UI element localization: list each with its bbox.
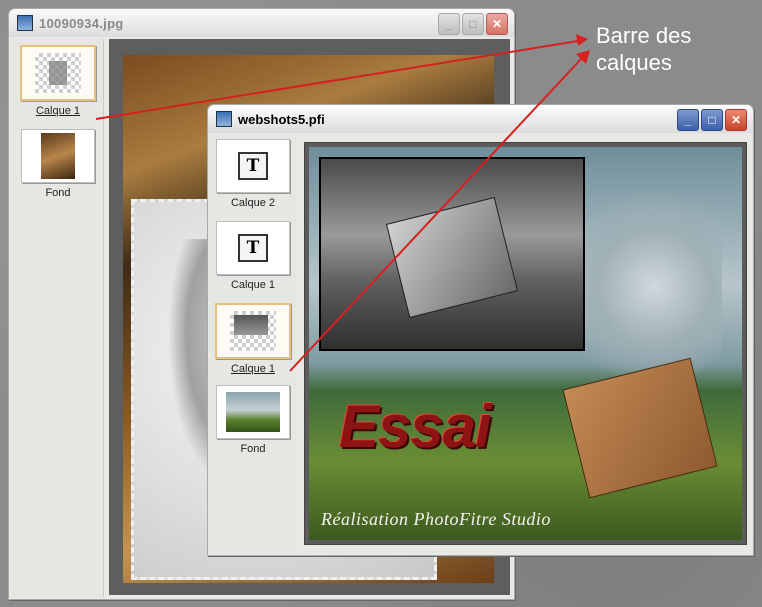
arrow-line-front [289, 57, 583, 372]
annotation-arrows [95, 34, 590, 372]
arrow-line-back [95, 40, 579, 120]
arrow-head-back [576, 34, 588, 46]
